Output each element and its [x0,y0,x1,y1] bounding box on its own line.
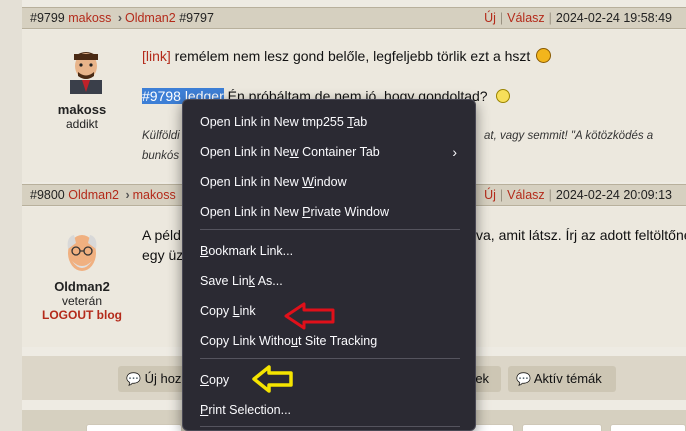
new-button[interactable]: Új [484,188,496,202]
reply-to-user-link[interactable]: Oldman2 [125,11,176,25]
inline-link[interactable]: [link] [142,48,171,64]
thinking-smiley-icon [495,89,510,103]
menu-save-link-as[interactable]: Save Link As... [183,268,475,294]
chat-icon: 💬 [516,372,531,386]
menu-copy[interactable]: Copy [183,367,475,393]
active-topics-button[interactable]: 💬 Aktív témák [508,366,616,392]
bottom-input-box[interactable] [86,424,182,431]
post-header-9799: #9799 makoss › Oldman2 #9797 Új | Válasz | 20… [22,7,686,29]
author-name[interactable]: makoss [22,102,142,117]
avatar-man-icon [70,52,102,94]
author-blog-link[interactable]: LOGOUT blog [22,308,142,322]
signature-text: Külföldi [142,130,180,142]
post-text-line: egy üz [142,247,184,263]
post-text-line: A péld [142,227,181,243]
submenu-chevron-icon: › [452,144,457,160]
bottom-input-box[interactable] [610,424,686,431]
post-id[interactable]: #9799 [30,11,65,25]
menu-separator [200,426,460,427]
avatar[interactable] [66,46,106,94]
reply-button[interactable]: Válasz [507,188,545,202]
reply-to-post-id[interactable]: #9797 [179,11,214,25]
red-arrow-icon [284,302,335,330]
menu-copy-link-without-tracking[interactable]: Copy Link Without Site Tracking [183,328,475,354]
menu-open-private-window[interactable]: Open Link in New Private Window [183,199,475,225]
context-menu: Open Link in New tmp255 Tab Open Link in… [182,99,476,431]
post-timestamp: 2024-02-24 20:09:13 [555,188,672,202]
left-margin [0,0,22,431]
post-author-link[interactable]: makoss [68,11,111,25]
post-timestamp: 2024-02-24 19:58:49 [555,11,672,25]
new-button[interactable]: Új [484,11,496,25]
reply-to-user-link[interactable]: makoss [133,188,176,202]
reply-button[interactable]: Válasz [507,11,545,25]
reply-chevron-icon: › [117,11,122,25]
post-author-link[interactable]: Oldman2 [68,188,119,202]
author-rank: veterán [61,294,103,308]
avatar-oldman-icon [67,235,97,271]
menu-print-selection[interactable]: Print Selection... [183,397,475,423]
menu-separator [200,229,460,230]
post-text-line: remélem nem lesz gond belőle, legfeljebb… [170,48,531,64]
menu-open-new-tab[interactable]: Open Link in New tmp255 Tab [183,109,475,135]
smiley-icon [536,48,552,63]
yellow-arrow-icon [252,365,293,393]
signature-text: bunkós [142,150,180,162]
post-text-line: va, amit látsz. Írj az adott feltöltőnek [476,227,686,243]
author-rank: addikt [65,117,99,131]
post-id[interactable]: #9800 [30,188,65,202]
chat-icon: 💬 [126,372,141,386]
signature-text: at, vagy semmit! "A kötözködés a [484,130,654,142]
menu-separator [200,358,460,359]
new-topic-button[interactable]: 💬 Új hoz [118,366,188,392]
menu-open-new-window[interactable]: Open Link in New Window [183,169,475,195]
reply-chevron-icon: › [125,188,130,202]
menu-open-container-tab[interactable]: Open Link in New Container Tab › [183,139,475,165]
avatar[interactable] [64,229,100,275]
author-name[interactable]: Oldman2 [22,279,142,294]
menu-bookmark-link[interactable]: Bookmark Link... [183,238,475,264]
bottom-input-box[interactable] [522,424,602,431]
